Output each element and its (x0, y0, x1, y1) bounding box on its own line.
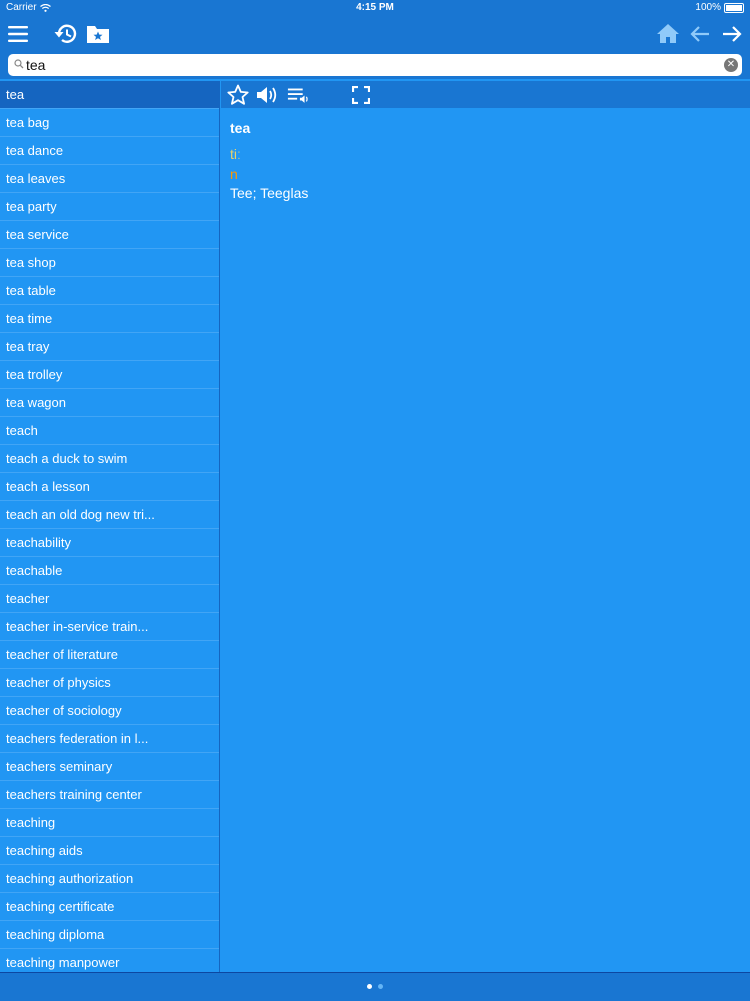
favorite-button[interactable] (226, 83, 250, 107)
page-indicator[interactable] (0, 984, 750, 989)
battery-indicator: 100% (695, 2, 744, 13)
search-box: ✕ (8, 54, 742, 76)
list-item[interactable]: tea tray (0, 333, 219, 361)
menu-icon (8, 26, 28, 42)
back-button[interactable] (684, 18, 716, 50)
entry-headword: tea (230, 120, 251, 136)
list-item[interactable]: teach a duck to swim (0, 445, 219, 473)
list-item[interactable]: tea leaves (0, 165, 219, 193)
entry-detail: tea tiː n Tee; Teeglas (221, 108, 750, 972)
history-icon (54, 24, 77, 43)
bookmark-folder-icon (87, 26, 109, 43)
search-input[interactable] (26, 55, 716, 75)
list-item[interactable]: teach an old dog new tri... (0, 501, 219, 529)
bookmarks-button[interactable] (82, 18, 114, 50)
search-icon (14, 59, 24, 69)
page-dot[interactable] (378, 984, 383, 989)
home-icon (657, 24, 679, 43)
star-icon (227, 84, 249, 105)
list-item[interactable]: tea service (0, 221, 219, 249)
entry-translation: Tee; Teeglas (230, 185, 309, 201)
list-item[interactable]: teachers seminary (0, 753, 219, 781)
list-item[interactable]: teacher of sociology (0, 697, 219, 725)
list-item[interactable]: teacher in-service train... (0, 613, 219, 641)
status-bar: Carrier 4:15 PM 100% (0, 0, 750, 16)
top-toolbar (0, 16, 750, 52)
list-item[interactable]: teacher of physics (0, 669, 219, 697)
list-item[interactable]: teachability (0, 529, 219, 557)
list-item[interactable]: teaching manpower (0, 949, 219, 972)
list-item-selected[interactable]: tea (0, 81, 219, 109)
list-item[interactable]: teaching authorization (0, 865, 219, 893)
entry-toolbar (221, 81, 750, 108)
speaker-icon (257, 87, 277, 103)
entry-part-of-speech: n (230, 166, 238, 182)
battery-icon (724, 2, 744, 13)
list-item[interactable]: teacher (0, 585, 219, 613)
battery-percent: 100% (695, 2, 721, 13)
clock: 4:15 PM (356, 2, 394, 13)
read-aloud-button[interactable] (287, 83, 311, 107)
menu-button[interactable] (2, 18, 34, 50)
history-button[interactable] (50, 18, 82, 50)
forward-button[interactable] (716, 18, 748, 50)
home-button[interactable] (652, 18, 684, 50)
fullscreen-icon (352, 86, 370, 104)
list-item[interactable]: teaching (0, 809, 219, 837)
search-bar: ✕ (0, 52, 750, 79)
page-dot[interactable] (367, 984, 372, 989)
list-item[interactable]: teach a lesson (0, 473, 219, 501)
playlist-audio-icon (287, 88, 308, 103)
list-item[interactable]: tea table (0, 277, 219, 305)
pronounce-button[interactable] (255, 83, 279, 107)
list-item[interactable]: tea dance (0, 137, 219, 165)
fullscreen-button[interactable] (349, 83, 373, 107)
forward-icon (723, 26, 742, 42)
word-list: tea tea bag tea dance tea leaves tea party te… (0, 81, 220, 972)
list-item[interactable]: tea wagon (0, 389, 219, 417)
list-item[interactable]: teacher of literature (0, 641, 219, 669)
back-icon (690, 26, 709, 42)
list-item[interactable]: teachers federation in l... (0, 725, 219, 753)
bottom-bar (0, 972, 750, 1001)
clear-search-icon[interactable]: ✕ (724, 58, 738, 72)
list-item[interactable]: tea shop (0, 249, 219, 277)
entry-pronunciation: tiː (230, 146, 241, 162)
list-item[interactable]: teachable (0, 557, 219, 585)
list-item[interactable]: tea time (0, 305, 219, 333)
list-item[interactable]: tea trolley (0, 361, 219, 389)
list-item[interactable]: teach (0, 417, 219, 445)
list-item[interactable]: tea party (0, 193, 219, 221)
list-item[interactable]: tea bag (0, 109, 219, 137)
list-item[interactable]: teaching diploma (0, 921, 219, 949)
list-item[interactable]: teaching aids (0, 837, 219, 865)
list-item[interactable]: teachers training center (0, 781, 219, 809)
list-item[interactable]: teaching certificate (0, 893, 219, 921)
